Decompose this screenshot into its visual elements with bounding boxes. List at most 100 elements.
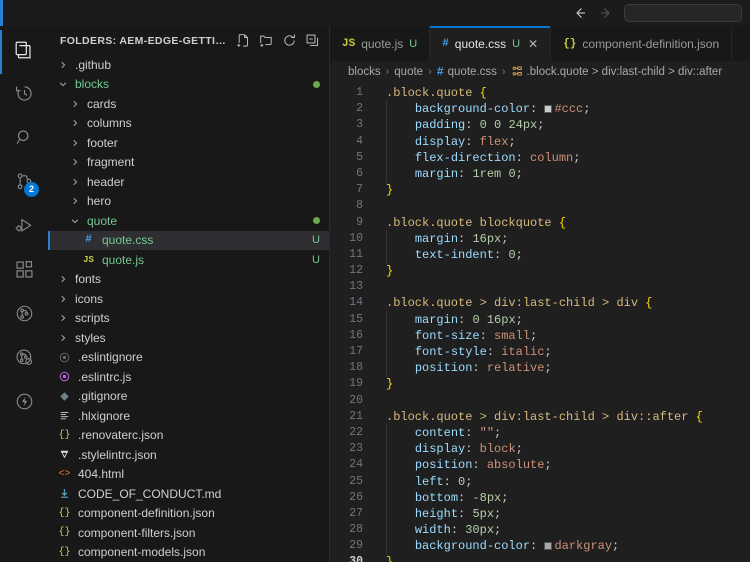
tree-item-icons[interactable]: icons (48, 289, 330, 309)
activity-item-extensions[interactable] (0, 250, 48, 294)
tree-item-hlxignore[interactable]: .hlxignore (48, 406, 330, 426)
command-center-input[interactable] (624, 4, 742, 22)
code-line[interactable]: 12} (330, 263, 750, 279)
code-line[interactable]: 26 bottom: -8px; (330, 490, 750, 506)
collapse-all-icon[interactable] (302, 31, 322, 51)
code-line[interactable]: 7} (330, 182, 750, 198)
code-line[interactable]: 6 margin: 1rem 0; (330, 166, 750, 182)
chevron-right-icon[interactable] (56, 294, 70, 304)
tree-item-quote-css[interactable]: #quote.cssU (48, 231, 330, 251)
code-line[interactable]: 1.block.quote { (330, 85, 750, 101)
chevron-right-icon[interactable] (68, 118, 82, 128)
tree-item-code-of-conduct-md[interactable]: CODE_OF_CONDUCT.md (48, 484, 330, 504)
tree-item-header[interactable]: header (48, 172, 330, 192)
tree-item-fonts[interactable]: fonts (48, 270, 330, 290)
code-line[interactable]: 22 content: ""; (330, 425, 750, 441)
chevron-right-icon[interactable] (68, 99, 82, 109)
chevron-right-icon[interactable] (56, 313, 70, 323)
code-line[interactable]: 2 background-color: #ccc; (330, 101, 750, 117)
code-line[interactable]: 10 margin: 16px; (330, 231, 750, 247)
code-editor[interactable]: 1.block.quote {2 background-color: #ccc;… (330, 83, 750, 562)
code-line[interactable]: 17 font-style: italic; (330, 344, 750, 360)
editor-tab-component-definition-json[interactable]: {}component-definition.json (551, 26, 732, 61)
code-line[interactable]: 13 (330, 279, 750, 295)
activity-item-gitlens[interactable] (0, 338, 48, 382)
code-line[interactable]: 18 position: relative; (330, 360, 750, 376)
tree-item-quote-js[interactable]: JSquote.jsU (48, 250, 330, 270)
code-token: { (696, 410, 703, 424)
code-line[interactable]: 20 (330, 393, 750, 409)
tree-item-renovaterc-json[interactable]: {}.renovaterc.json (48, 426, 330, 446)
tree-item-hero[interactable]: hero (48, 192, 330, 212)
chevron-right-icon[interactable] (56, 333, 70, 343)
arrow-right-icon[interactable] (598, 5, 614, 21)
editor-tabs[interactable]: JSquote.jsU#quote.cssU✕{}component-defin… (330, 26, 750, 61)
tree-item-quote[interactable]: quote (48, 211, 330, 231)
tree-item-stylelintrc-json[interactable]: .stylelintrc.json (48, 445, 330, 465)
chevron-right-icon[interactable] (68, 177, 82, 187)
color-swatch[interactable] (544, 105, 552, 113)
code-line[interactable]: 24 position: absolute; (330, 457, 750, 473)
activity-item-explorer[interactable] (0, 30, 48, 74)
tree-item-footer[interactable]: footer (48, 133, 330, 153)
tree-item-scripts[interactable]: scripts (48, 309, 330, 329)
breadcrumb-item-1[interactable]: quote (394, 66, 423, 78)
code-line[interactable]: 5 flex-direction: column; (330, 150, 750, 166)
tree-item-eslintignore[interactable]: .eslintignore (48, 348, 330, 368)
tree-item-404-html[interactable]: <>404.html (48, 465, 330, 485)
tree-item-github[interactable]: .github (48, 55, 330, 75)
breadcrumb-item-3[interactable]: .block.quote > div:last-child > div::aft… (511, 65, 723, 80)
chevron-right-icon[interactable] (68, 138, 82, 148)
tree-item-component-definition-json[interactable]: {}component-definition.json (48, 504, 330, 524)
breadcrumb-item-2[interactable]: #quote.css (437, 66, 497, 79)
code-line[interactable]: 28 width: 30px; (330, 522, 750, 538)
activity-item-source-control[interactable]: 2 (0, 162, 48, 206)
close-icon[interactable]: ✕ (528, 37, 538, 51)
chevron-right-icon[interactable] (56, 60, 70, 70)
code-line[interactable]: 30} (330, 554, 750, 562)
file-tree[interactable]: .githubblockscardscolumnsfooterfragmenth… (48, 55, 330, 562)
tree-item-columns[interactable]: columns (48, 114, 330, 134)
code-line[interactable]: 4 display: flex; (330, 134, 750, 150)
new-file-icon[interactable] (233, 31, 253, 51)
tree-item-styles[interactable]: styles (48, 328, 330, 348)
activity-item-search[interactable] (0, 118, 48, 162)
code-line[interactable]: 9.block.quote blockquote { (330, 215, 750, 231)
arrow-left-icon[interactable] (572, 5, 588, 21)
editor-tab-quote-js[interactable]: JSquote.jsU (330, 26, 430, 61)
code-line[interactable]: 11 text-indent: 0; (330, 247, 750, 263)
chevron-down-icon[interactable] (56, 79, 70, 89)
code-line[interactable]: 21.block.quote > div:last-child > div::a… (330, 409, 750, 425)
code-line[interactable]: 25 left: 0; (330, 474, 750, 490)
editor-tab-quote-css[interactable]: #quote.cssU✕ (430, 26, 551, 61)
activity-item-git-graph[interactable] (0, 294, 48, 338)
activity-item-lightning[interactable] (0, 382, 48, 426)
breadcrumb[interactable]: blocks›quote›#quote.css›.block.quote > d… (330, 61, 750, 83)
code-line[interactable]: 14.block.quote > div:last-child > div { (330, 295, 750, 311)
breadcrumb-item-0[interactable]: blocks (348, 66, 381, 78)
color-swatch[interactable] (544, 542, 552, 550)
refresh-icon[interactable] (279, 31, 299, 51)
activity-item-timeline[interactable] (0, 74, 48, 118)
tree-item-eslintrc-js[interactable]: .eslintrc.js (48, 367, 330, 387)
chevron-right-icon[interactable] (68, 157, 82, 167)
tree-item-blocks[interactable]: blocks (48, 75, 330, 95)
tree-item-fragment[interactable]: fragment (48, 153, 330, 173)
tree-item-cards[interactable]: cards (48, 94, 330, 114)
tree-item-gitignore[interactable]: .gitignore (48, 387, 330, 407)
code-line[interactable]: 16 font-size: small; (330, 328, 750, 344)
code-line[interactable]: 23 display: block; (330, 441, 750, 457)
new-folder-icon[interactable] (256, 31, 276, 51)
chevron-right-icon[interactable] (56, 274, 70, 284)
chevron-right-icon[interactable] (68, 196, 82, 206)
code-line[interactable]: 15 margin: 0 16px; (330, 312, 750, 328)
tree-item-component-filters-json[interactable]: {}component-filters.json (48, 523, 330, 543)
tree-item-component-models-json[interactable]: {}component-models.json (48, 543, 330, 562)
activity-item-run-and-debug[interactable] (0, 206, 48, 250)
code-line[interactable]: 3 padding: 0 0 24px; (330, 117, 750, 133)
code-line[interactable]: 8 (330, 198, 750, 214)
code-line[interactable]: 27 height: 5px; (330, 506, 750, 522)
code-line[interactable]: 19} (330, 376, 750, 392)
code-line[interactable]: 29 background-color: darkgray; (330, 538, 750, 554)
chevron-down-icon[interactable] (68, 216, 82, 226)
